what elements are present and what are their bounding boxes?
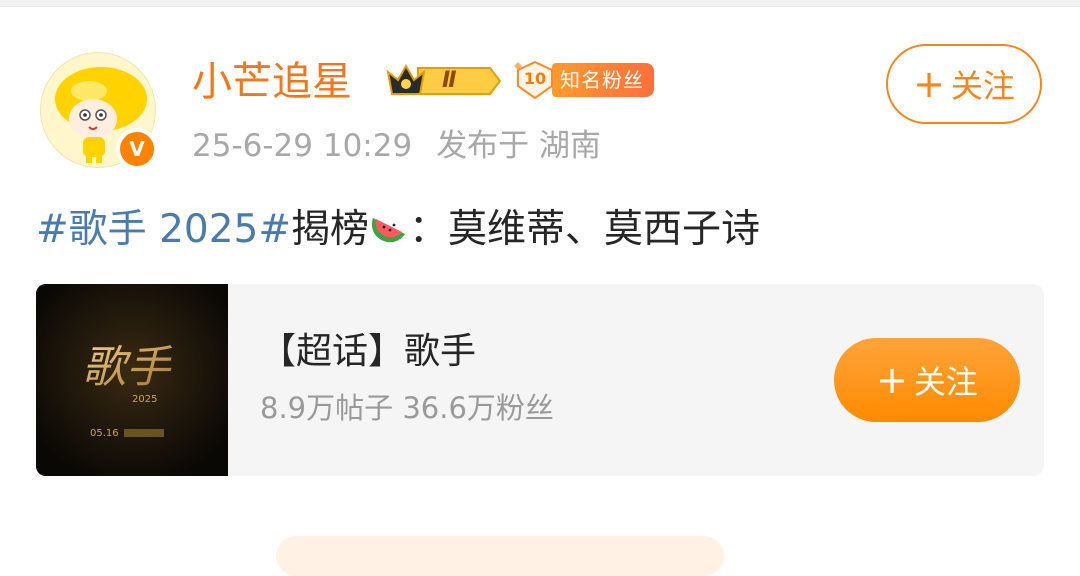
topic-stats: 8.9万帖子 36.6万粉丝: [260, 391, 554, 425]
plus-icon: +: [913, 62, 945, 106]
topic-title: 【超话】歌手: [260, 331, 477, 372]
fan-level-icon: 10: [512, 60, 558, 100]
verified-v-icon: V: [116, 128, 158, 170]
post-text: #歌手 2025#揭榜 ：莫维蒂、莫西子诗: [36, 204, 760, 256]
fan-level-number: 10: [523, 69, 547, 88]
topic-thumbnail: 歌手 2025 05.16: [36, 284, 228, 476]
author-name[interactable]: 小芒追星: [192, 58, 352, 106]
thumb-year: 2025: [132, 394, 157, 405]
top-divider: [0, 0, 1080, 7]
bottom-action-peek[interactable]: [276, 536, 724, 576]
fan-level-badge[interactable]: 10 知名粉丝: [512, 60, 654, 100]
post-location: 发布于 湖南: [436, 128, 602, 164]
hashtag-link[interactable]: #歌手 2025#: [36, 207, 291, 252]
thumb-title: 歌手: [82, 342, 173, 393]
crown-level-badge[interactable]: Ⅱ: [384, 60, 502, 102]
follow-topic-label: 关注: [913, 363, 978, 401]
crown-level-text: Ⅱ: [442, 68, 457, 93]
watermelon-emoji-icon: [369, 206, 409, 246]
thumb-date: 05.16: [90, 428, 119, 439]
topic-card[interactable]: 歌手 2025 05.16 【超话】歌手 8.9万帖子 36.6万粉丝 + 关注: [36, 284, 1044, 476]
plus-icon: +: [876, 358, 908, 402]
post-body-text: 揭榜: [291, 207, 370, 252]
fan-level-label: 知名粉丝: [552, 63, 654, 97]
follow-author-button[interactable]: + 关注: [886, 44, 1042, 124]
post-timestamp: 25-6-29 10:29: [192, 128, 413, 164]
post-meta: 25-6-29 10:29 发布于 湖南: [192, 124, 601, 168]
follow-author-label: 关注: [950, 67, 1015, 105]
post-body-text-after: ：莫维蒂、莫西子诗: [409, 207, 761, 252]
follow-topic-button[interactable]: + 关注: [834, 338, 1020, 422]
